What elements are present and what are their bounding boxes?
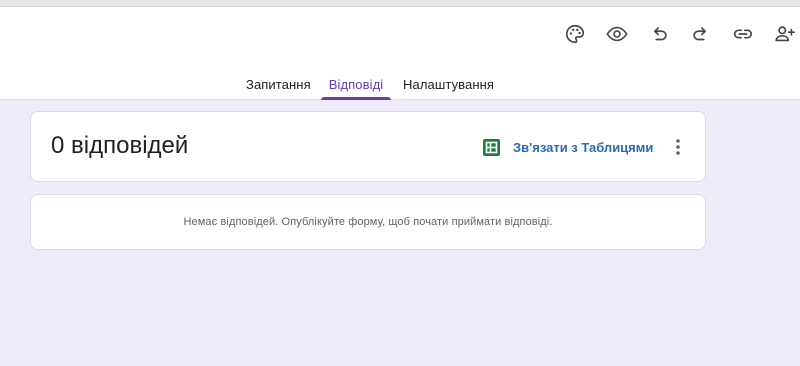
form-editor-header: Запитання Відповіді Налаштування xyxy=(0,7,800,100)
browser-top-strip xyxy=(0,0,800,7)
link-icon xyxy=(733,29,753,39)
link-to-sheets-label: Зв'язати з Таблицями xyxy=(513,139,654,155)
response-count-title: 0 відповідей xyxy=(51,132,189,159)
editor-toolbar xyxy=(544,23,800,45)
active-tab-indicator xyxy=(321,97,391,100)
form-tabs: Запитання Відповіді Налаштування xyxy=(0,69,800,100)
palette-icon xyxy=(566,24,585,44)
redo-icon xyxy=(693,27,706,41)
tab-settings-label: Налаштування xyxy=(403,77,495,92)
customize-theme-button[interactable] xyxy=(564,23,586,45)
sheets-icon xyxy=(483,138,500,156)
tab-settings[interactable]: Налаштування xyxy=(403,69,494,100)
tab-questions-label: Запитання xyxy=(246,77,311,92)
undo-button[interactable] xyxy=(648,23,670,45)
copy-link-button[interactable] xyxy=(732,23,754,45)
empty-responses-card: Немає відповідей. Опублікуйте форму, щоб… xyxy=(30,194,706,250)
more-vert-icon xyxy=(676,139,680,155)
empty-responses-message: Немає відповідей. Опублікуйте форму, щоб… xyxy=(183,216,553,228)
undo-icon xyxy=(654,27,667,41)
tab-questions[interactable]: Запитання xyxy=(246,69,311,100)
tab-responses-label: Відповіді xyxy=(328,77,384,92)
redo-button[interactable] xyxy=(690,23,712,45)
preview-button[interactable] xyxy=(606,23,628,45)
responses-summary-card: 0 відповідей Зв'язати з Таблицями xyxy=(30,111,706,182)
add-collaborator-button[interactable] xyxy=(774,23,796,45)
add-collaborator-icon xyxy=(775,26,795,42)
preview-eye-icon xyxy=(606,26,628,42)
more-options-button[interactable] xyxy=(667,134,689,160)
tab-responses[interactable]: Відповіді xyxy=(321,69,391,100)
link-to-sheets-button[interactable]: Зв'язати з Таблицями xyxy=(483,136,653,158)
